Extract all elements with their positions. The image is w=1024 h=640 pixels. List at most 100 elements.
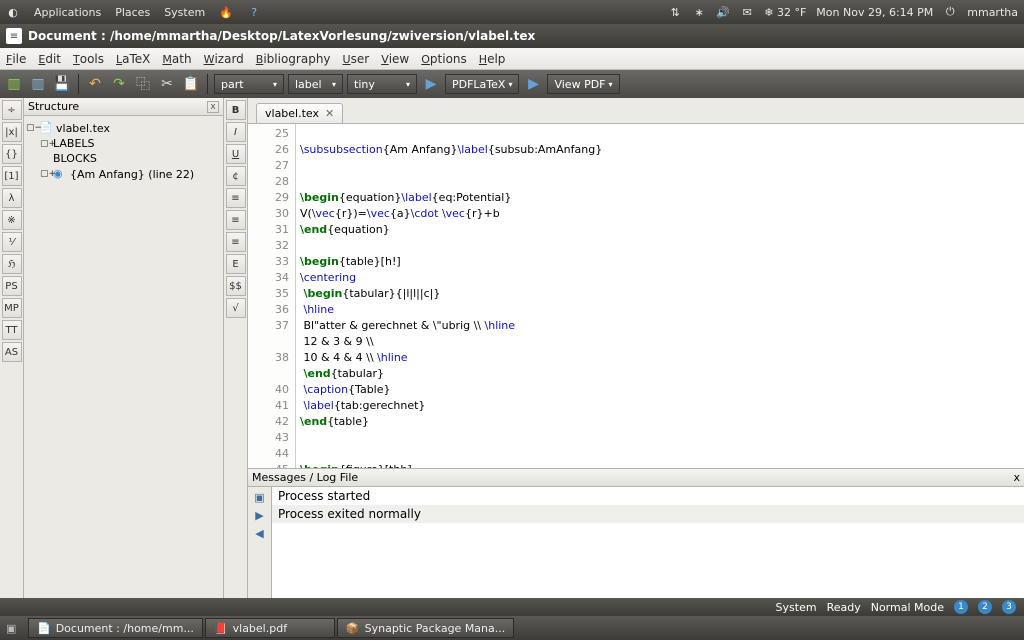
menu-view[interactable]: View — [381, 52, 409, 66]
badge-3[interactable]: 3 — [1002, 600, 1016, 614]
symbol-button-1[interactable]: |x| — [2, 122, 22, 142]
separator — [207, 74, 208, 94]
menu-applications[interactable]: Applications — [34, 6, 101, 19]
message-line[interactable]: Process exited normally — [272, 505, 1024, 523]
format-button-9[interactable]: √ — [226, 298, 246, 318]
symbol-button-7[interactable]: ℌ — [2, 254, 22, 274]
menu-system[interactable]: System — [164, 6, 205, 19]
tree-section[interactable]: {Am Anfang} (line 22) — [70, 168, 194, 181]
label-select[interactable]: label▾ — [288, 74, 343, 94]
menu-tools[interactable]: Tools — [73, 52, 104, 66]
size-select[interactable]: tiny▾ — [347, 74, 417, 94]
format-button-6[interactable]: ≡ — [226, 232, 246, 252]
help-icon[interactable]: ? — [247, 5, 261, 19]
symbol-button-4[interactable]: λ — [2, 188, 22, 208]
badge-2[interactable]: 2 — [978, 600, 992, 614]
menu-wizard[interactable]: Wizard — [204, 52, 244, 66]
menu-user[interactable]: User — [343, 52, 370, 66]
menu-help[interactable]: Help — [479, 52, 506, 66]
close-icon[interactable]: x — [207, 101, 219, 113]
close-icon[interactable]: x — [1013, 471, 1020, 484]
tree-root[interactable]: vlabel.tex — [56, 122, 110, 135]
symbol-button-3[interactable]: [1] — [2, 166, 22, 186]
symbol-button-2[interactable]: {} — [2, 144, 22, 164]
symbol-button-10[interactable]: TT — [2, 320, 22, 340]
open-button[interactable]: ▥ — [28, 74, 48, 94]
tree-labels[interactable]: LABELS — [53, 137, 95, 150]
show-desktop-icon[interactable]: ▣ — [6, 622, 22, 635]
section-select[interactable]: part▾ — [214, 74, 284, 94]
format-button-7[interactable]: E — [226, 254, 246, 274]
window-titlebar[interactable]: ≡ Document : /home/mmartha/Desktop/Latex… — [0, 24, 1024, 48]
symbol-button-8[interactable]: PS — [2, 276, 22, 296]
format-button-2[interactable]: U — [226, 144, 246, 164]
firefox-icon[interactable]: 🔥 — [219, 5, 233, 19]
format-button-8[interactable]: $$ — [226, 276, 246, 296]
bluetooth-icon[interactable]: ∗ — [692, 5, 706, 19]
line-gutter: 25262728293031323334353637 38 4041424344… — [248, 124, 296, 468]
undo-button[interactable]: ↶ — [85, 74, 105, 94]
clock[interactable]: Mon Nov 29, 6:14 PM — [816, 6, 933, 19]
task-pdf[interactable]: 📕vlabel.pdf — [205, 618, 335, 638]
paste-button[interactable]: 📋 — [181, 74, 201, 94]
prev-icon[interactable]: ◀ — [252, 525, 268, 541]
mail-icon[interactable]: ✉ — [740, 5, 754, 19]
cut-button[interactable]: ✂ — [157, 74, 177, 94]
next-icon[interactable]: ▶ — [252, 507, 268, 523]
stop-icon[interactable]: ▣ — [252, 489, 268, 505]
symbol-button-11[interactable]: AS — [2, 342, 22, 362]
badge-1[interactable]: 1 — [954, 600, 968, 614]
weather-temp[interactable]: ❄ 32 °F — [764, 6, 806, 19]
messages-list[interactable]: Process started Process exited normally — [272, 487, 1024, 598]
code-content[interactable]: \subsubsection{Am Anfang}\label{subsub:A… — [296, 124, 1024, 468]
compiler-select[interactable]: PDFLaTeX▾ — [445, 74, 519, 94]
toolbar: ▥ ▥ 💾 ↶ ↷ ⿻ ✂ 📋 part▾ label▾ tiny▾ ▶ PDF… — [0, 70, 1024, 98]
menu-bibliography[interactable]: Bibliography — [256, 52, 331, 66]
compile-icon[interactable]: ▶ — [421, 74, 441, 94]
separator — [78, 74, 79, 94]
view-icon[interactable]: ▶ — [523, 74, 543, 94]
editor-area: vlabel.tex ✕ 25262728293031323334353637 … — [248, 98, 1024, 598]
format-button-1[interactable]: I — [226, 122, 246, 142]
symbol-button-6[interactable]: ⅟ — [2, 232, 22, 252]
menu-edit[interactable]: Edit — [38, 52, 61, 66]
message-line[interactable]: Process started — [272, 487, 1024, 505]
symbol-button-9[interactable]: MP — [2, 298, 22, 318]
redo-button[interactable]: ↷ — [109, 74, 129, 94]
ubuntu-icon[interactable]: ◐ — [6, 5, 20, 19]
menu-latex[interactable]: LaTeX — [116, 52, 150, 66]
new-button[interactable]: ▥ — [4, 74, 24, 94]
menu-places[interactable]: Places — [115, 6, 150, 19]
tree-blocks[interactable]: BLOCKS — [53, 152, 97, 165]
updown-icon[interactable]: ⇅ — [668, 5, 682, 19]
menu-file[interactable]: File — [6, 52, 26, 66]
tex-file-icon: 📄 — [39, 121, 53, 135]
status-mode: Normal Mode — [871, 601, 944, 614]
menu-math[interactable]: Math — [162, 52, 191, 66]
copy-button[interactable]: ⿻ — [133, 74, 153, 94]
messages-title: Messages / Log File — [252, 471, 358, 484]
content-area: ÷|x|{}[1]λ※⅟ℌPSMPTTAS Structure x ▢−📄vla… — [0, 98, 1024, 598]
symbol-button-0[interactable]: ÷ — [2, 100, 22, 120]
structure-title: Structure — [28, 100, 79, 113]
format-button-3[interactable]: ¢ — [226, 166, 246, 186]
task-synaptic[interactable]: 📦Synaptic Package Mana... — [337, 618, 514, 638]
format-button-0[interactable]: B — [226, 100, 246, 120]
section-icon: ◉ — [53, 167, 67, 181]
volume-icon[interactable]: 🔊 — [716, 5, 730, 19]
close-icon[interactable]: ✕ — [325, 107, 334, 120]
format-button-4[interactable]: ≡ — [226, 188, 246, 208]
symbol-button-5[interactable]: ※ — [2, 210, 22, 230]
save-button[interactable]: 💾 — [52, 74, 72, 94]
format-strip: BIU¢≡≡≡E$$√ — [224, 98, 248, 598]
user-name[interactable]: mmartha — [967, 6, 1018, 19]
menu-options[interactable]: Options — [421, 52, 467, 66]
power-icon[interactable]: ⏻ — [943, 5, 957, 19]
task-document[interactable]: 📄Document : /home/mm... — [28, 618, 203, 638]
viewer-select[interactable]: View PDF▾ — [547, 74, 619, 94]
code-editor[interactable]: 25262728293031323334353637 38 4041424344… — [248, 124, 1024, 468]
structure-tree[interactable]: ▢−📄vlabel.tex ▢+LABELS BLOCKS ▢+◉{Am Anf… — [24, 116, 223, 598]
menubar: File Edit Tools LaTeX Math Wizard Biblio… — [0, 48, 1024, 70]
tab-vlabel[interactable]: vlabel.tex ✕ — [256, 103, 343, 123]
format-button-5[interactable]: ≡ — [226, 210, 246, 230]
